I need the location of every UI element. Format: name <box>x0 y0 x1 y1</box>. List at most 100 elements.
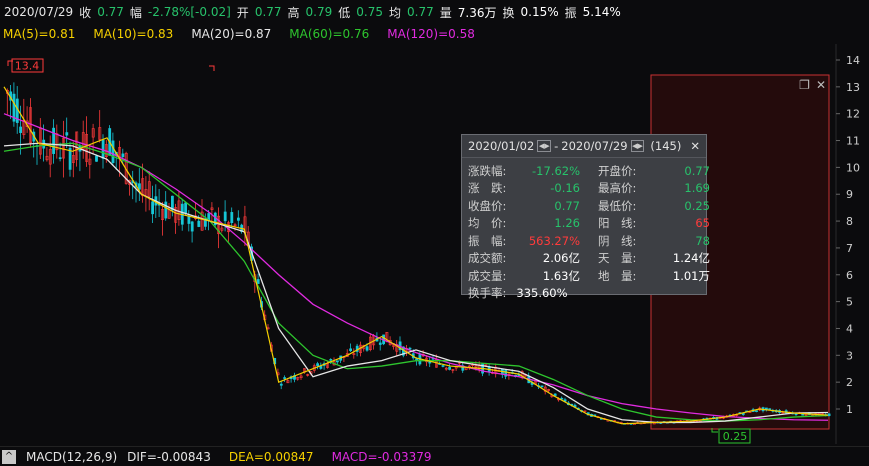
date-separator: - <box>554 139 559 153</box>
macd-label[interactable]: MACD(12,26,9) <box>26 450 117 464</box>
stat-label: 成交量: <box>468 268 507 283</box>
low-label: 低 <box>338 5 351 20</box>
close-panel-icon[interactable]: ✕ <box>690 139 700 153</box>
candle-body <box>755 410 758 412</box>
y-tick-label: 4 <box>846 322 853 335</box>
expand-indicator-icon[interactable]: ^ <box>2 449 16 464</box>
high-label: 高 <box>287 5 300 20</box>
close-value: 0.77 <box>97 5 124 19</box>
start-date-stepper-icon[interactable]: ◀▶ <box>537 140 552 152</box>
close-selection-icon[interactable]: ✕ <box>816 78 826 92</box>
y-tick-label: 8 <box>846 215 853 228</box>
candle-body <box>151 201 155 215</box>
high-price-label: 13.4 <box>15 60 40 73</box>
candle-body <box>540 385 544 388</box>
macd-value: MACD=-0.03379 <box>331 449 432 464</box>
ma10-value: MA(10)=0.83 <box>93 27 174 41</box>
low-value: 0.75 <box>356 5 383 19</box>
stat-cell: 天 量: 1.24亿 <box>598 250 710 268</box>
dif-value: DIF=-0.00843 <box>127 449 211 464</box>
open-value: 0.77 <box>254 5 282 19</box>
y-tick-label: 3 <box>846 349 853 362</box>
candle-body <box>768 408 772 410</box>
stat-cell: 地 量: 1.01万 <box>598 267 710 285</box>
bar-count: (145) <box>650 139 682 153</box>
stat-value: 563.27% <box>528 233 580 248</box>
y-tick-label: 12 <box>846 108 860 121</box>
candle-body <box>190 221 194 232</box>
candle-body <box>223 211 227 222</box>
interval-stats-panel: 2020/01/02 ◀▶ - 2020/07/29 ◀▶ (145) ✕ 涨跌… <box>461 134 710 300</box>
low-price-marker: 0.25 <box>711 428 751 444</box>
y-tick-label: 14 <box>846 54 860 67</box>
stat-value: 1.01万 <box>672 268 710 283</box>
stat-label: 成交额: <box>468 251 507 266</box>
candle-body <box>319 366 323 369</box>
start-date: 2020/01/02 <box>468 139 535 153</box>
y-tick-label: 5 <box>846 296 853 309</box>
y-tick-label: 6 <box>846 269 853 282</box>
candle-body <box>65 132 69 136</box>
stat-label: 涨跌幅: <box>468 163 507 178</box>
candle-body <box>138 183 141 190</box>
candle-body <box>349 348 353 352</box>
y-tick-label: 13 <box>846 81 860 94</box>
stat-cell: 阴 线: 78 <box>598 232 710 250</box>
candlestick-chart[interactable]: 1413121110987654321 13.4 0.25 <box>0 44 869 444</box>
amplitude-value: 5.14% <box>582 5 621 19</box>
quote-summary-bar: 2020/07/29 收 0.77 幅 -2.78%[-0.02] 开 0.77… <box>0 0 869 24</box>
stat-value: -0.16 <box>550 181 580 196</box>
interval-stats-grid: 涨跌幅: -17.62% 开盘价: 0.77 涨 跌: -0.16 最高价: 1.69 收盘价:… <box>462 158 710 285</box>
candle-body <box>408 347 412 350</box>
stat-label: 最低价: <box>598 198 637 213</box>
ma60-value: MA(60)=0.76 <box>289 27 370 41</box>
y-tick-label: 1 <box>846 403 853 416</box>
stat-label: 收盘价: <box>468 198 507 213</box>
stat-value: 0.77 <box>554 198 580 213</box>
candle-body <box>448 366 452 370</box>
stat-value: 1.26 <box>554 216 580 231</box>
candle-body <box>52 127 56 154</box>
stat-cell: 最高价: 1.69 <box>598 180 710 198</box>
change-value: -2.78%[-0.02] <box>147 5 231 19</box>
close-label: 收 <box>79 5 92 20</box>
turnover-rate-value: 335.60% <box>516 286 568 301</box>
high-price-marker: 13.4 <box>7 58 44 73</box>
stat-label: 天 量: <box>598 251 637 266</box>
stat-cell: 阳 线: 65 <box>598 215 710 233</box>
stat-label: 阴 线: <box>598 233 637 248</box>
stat-value: 1.24亿 <box>672 251 710 266</box>
ma-legend: MA(5)=0.81 MA(10)=0.83 MA(20)=0.87 MA(60… <box>0 25 475 43</box>
candle-body <box>329 359 333 361</box>
candle-body <box>365 346 369 351</box>
ma5-value: MA(5)=0.81 <box>3 27 76 41</box>
candle-body <box>95 155 98 162</box>
candle-body <box>184 202 188 214</box>
ma120-value: MA(120)=0.58 <box>387 27 475 41</box>
candle-body <box>187 216 191 224</box>
interval-stats-header: 2020/01/02 ◀▶ - 2020/07/29 ◀▶ (145) ✕ <box>462 135 706 158</box>
restore-window-icon[interactable]: ❐ <box>799 78 810 92</box>
stat-label: 开盘价: <box>598 163 637 178</box>
stat-label: 均 价: <box>468 216 507 231</box>
volume-value: 7.36万 <box>457 5 497 20</box>
stat-cell: 涨 跌: -0.16 <box>468 180 580 198</box>
macd-indicator-bar: ^ MACD(12,26,9) DIF=-0.00843 DEA=0.00847… <box>0 446 869 466</box>
end-date-stepper-icon[interactable]: ◀▶ <box>630 140 645 152</box>
candle-body <box>335 360 339 363</box>
candle-body <box>121 153 125 158</box>
low-price-label: 0.25 <box>723 430 748 443</box>
candle-body <box>378 342 382 345</box>
candle-body <box>197 220 201 227</box>
stat-value: 1.69 <box>684 181 710 196</box>
stat-cell: 成交量: 1.63亿 <box>468 267 580 285</box>
stat-value: 0.25 <box>684 198 710 213</box>
stat-label: 最高价: <box>598 181 637 196</box>
y-tick-label: 10 <box>846 161 860 174</box>
change-label: 幅 <box>129 5 142 20</box>
stat-value: 65 <box>695 216 710 231</box>
candle-body <box>827 413 831 416</box>
